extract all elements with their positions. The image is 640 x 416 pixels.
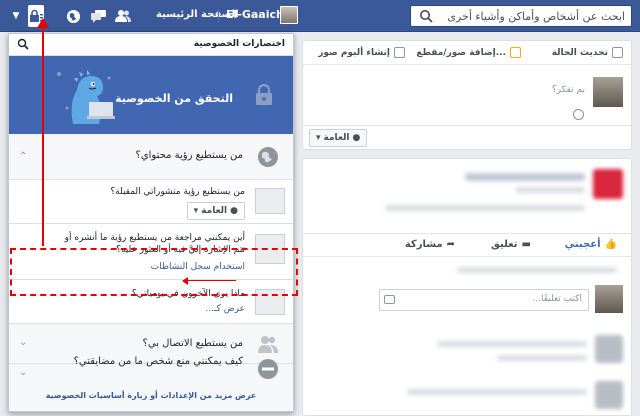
news-feed-post: 👍 أعجبني ▬ تعليق ➦ مشاركة اكتب تعليقًا..… — [302, 158, 632, 416]
future-posts-audience-selector[interactable]: ▾ العامة ● — [186, 202, 245, 220]
comment-label: تعليق — [490, 239, 518, 250]
tab-add-photos[interactable]: إضافة صور/مقطع... — [416, 47, 521, 58]
nav-divider — [218, 9, 219, 23]
third-post-avatar — [595, 381, 623, 409]
next-post-meta — [497, 355, 587, 361]
panel-header: اختصارات الخصوصية — [9, 34, 293, 56]
post-meta — [515, 187, 585, 193]
account-menu-caret-icon[interactable]: ▼ — [10, 7, 22, 25]
section-who-can-see[interactable]: ⌃ من يستطيع رؤية محتواي؟ — [9, 134, 293, 180]
search-icon[interactable] — [419, 9, 433, 23]
album-icon — [394, 47, 405, 58]
annotation-arrow-up — [37, 18, 49, 28]
top-navigation-bar: ▼ الصفحة الرئيسية El-Gaaichi ابحث عن أشخ… — [0, 0, 640, 32]
privacy-checkup-title: التحقق من الخصوصية — [115, 92, 233, 105]
section-stop-harassment-title: كيف يمكنني منع شخص ما من مضايقتي؟ — [73, 356, 243, 367]
composer-placeholder[interactable]: بم تفكر؟ — [552, 85, 585, 95]
messages-icon[interactable] — [90, 7, 108, 25]
post-text — [385, 205, 585, 211]
thumbs-up-icon: 👍 — [604, 239, 617, 250]
share-icon: ➦ — [446, 239, 455, 250]
privacy-dinosaur-illustration — [57, 70, 115, 124]
globe-icon: ● — [352, 133, 361, 143]
post-author-avatar — [593, 169, 623, 199]
composer-avatar — [593, 77, 623, 107]
section-stop-harassment[interactable]: ⌄ كيف يمكنني منع شخص ما من مضايقتي؟ — [9, 356, 293, 388]
profile-avatar[interactable] — [280, 6, 298, 24]
next-post-avatar — [595, 335, 623, 363]
commenter-avatar — [595, 285, 623, 313]
view-as-link[interactable]: عرض كـ... — [205, 304, 245, 314]
section-who-can-contact-title: من يستطيع الاتصال بي؟ — [142, 338, 243, 349]
audience-label: العامة — [323, 133, 350, 143]
search-placeholder: ابحث عن أشخاص وأماكن وأشياء أخرى — [447, 10, 625, 23]
share-label: مشاركة — [404, 239, 443, 250]
annotation-horizontal-line — [186, 280, 236, 281]
post-likes-summary — [457, 267, 617, 273]
search-icon[interactable] — [17, 38, 29, 50]
panel-title: اختصارات الخصوصية — [193, 39, 285, 49]
future-posts-audience-label: العامة — [201, 206, 228, 216]
tab-photos-label: إضافة صور/مقطع... — [416, 47, 506, 58]
tab-status-update[interactable]: تحديث الحالة — [552, 47, 623, 58]
search-bar[interactable]: ابحث عن أشخاص وأماكن وأشياء أخرى — [410, 5, 632, 27]
tab-create-album[interactable]: إنشاء ألبوم صور — [318, 47, 405, 58]
annotation-highlight-box — [10, 248, 298, 296]
friend-requests-icon[interactable] — [114, 7, 132, 25]
audience-selector[interactable]: ▾ العامة ● — [309, 129, 368, 147]
chevron-down-icon: ⌄ — [19, 367, 28, 378]
subitem-future-posts-title: من يستطيع رؤية منشوراتي المقبلة؟ — [110, 187, 245, 197]
emoji-icon[interactable] — [573, 109, 584, 120]
tab-status-label: تحديث الحالة — [551, 47, 608, 58]
composer-tabs: تحديث الحالة إضافة صور/مقطع... إنشاء ألب… — [303, 41, 631, 65]
camera-icon[interactable] — [384, 295, 395, 304]
annotation-arrow-left — [182, 277, 188, 285]
comment-input[interactable]: اكتب تعليقًا... — [379, 289, 589, 311]
post-actions: 👍 أعجبني ▬ تعليق ➦ مشاركة — [303, 233, 631, 257]
chevron-up-icon: ⌃ — [19, 151, 28, 162]
caret-down-icon: ▾ — [193, 206, 199, 216]
like-label: أعجبني — [564, 239, 601, 250]
posts-thumbnail — [255, 188, 285, 214]
globe-icon — [258, 147, 278, 167]
tab-album-label: إنشاء ألبوم صور — [318, 47, 390, 58]
globe-icon: ● — [230, 206, 238, 216]
chevron-down-icon: ⌄ — [19, 337, 28, 348]
post-author-name — [465, 173, 585, 181]
profile-name-link[interactable]: El-Gaaichi — [226, 8, 288, 21]
status-composer: تحديث الحالة إضافة صور/مقطع... إنشاء ألب… — [302, 40, 632, 150]
block-icon — [258, 359, 278, 379]
like-button[interactable]: 👍 أعجبني — [565, 239, 617, 250]
people-icon — [258, 336, 278, 353]
third-post-text — [407, 389, 587, 395]
annotation-vertical-line — [42, 20, 44, 246]
next-post-text — [437, 341, 587, 347]
photo-icon — [510, 47, 521, 58]
lock-icon — [256, 84, 272, 105]
pencil-icon — [612, 47, 623, 58]
caret-down-icon: ▾ — [316, 133, 321, 143]
notifications-globe-icon[interactable] — [64, 7, 82, 25]
privacy-shortcuts-panel: اختصارات الخصوصية التحقق من الخصوصية ⌃ م… — [8, 33, 294, 412]
more-settings-link[interactable]: عرض مزيد من الإعدادات أو زيارة أساسيات ا… — [9, 391, 293, 400]
comment-button[interactable]: ▬ تعليق — [491, 239, 531, 250]
section-who-can-see-title: من يستطيع رؤية محتواي؟ — [135, 150, 243, 161]
subitem-future-posts: من يستطيع رؤية منشوراتي المقبلة؟ ▾ العام… — [9, 180, 293, 224]
privacy-checkup-banner[interactable]: التحقق من الخصوصية — [9, 56, 293, 134]
composer-footer: ▾ العامة ● — [303, 125, 631, 151]
share-button[interactable]: ➦ مشاركة — [405, 239, 455, 250]
comment-placeholder: اكتب تعليقًا... — [532, 294, 582, 304]
comment-icon: ▬ — [521, 239, 531, 250]
